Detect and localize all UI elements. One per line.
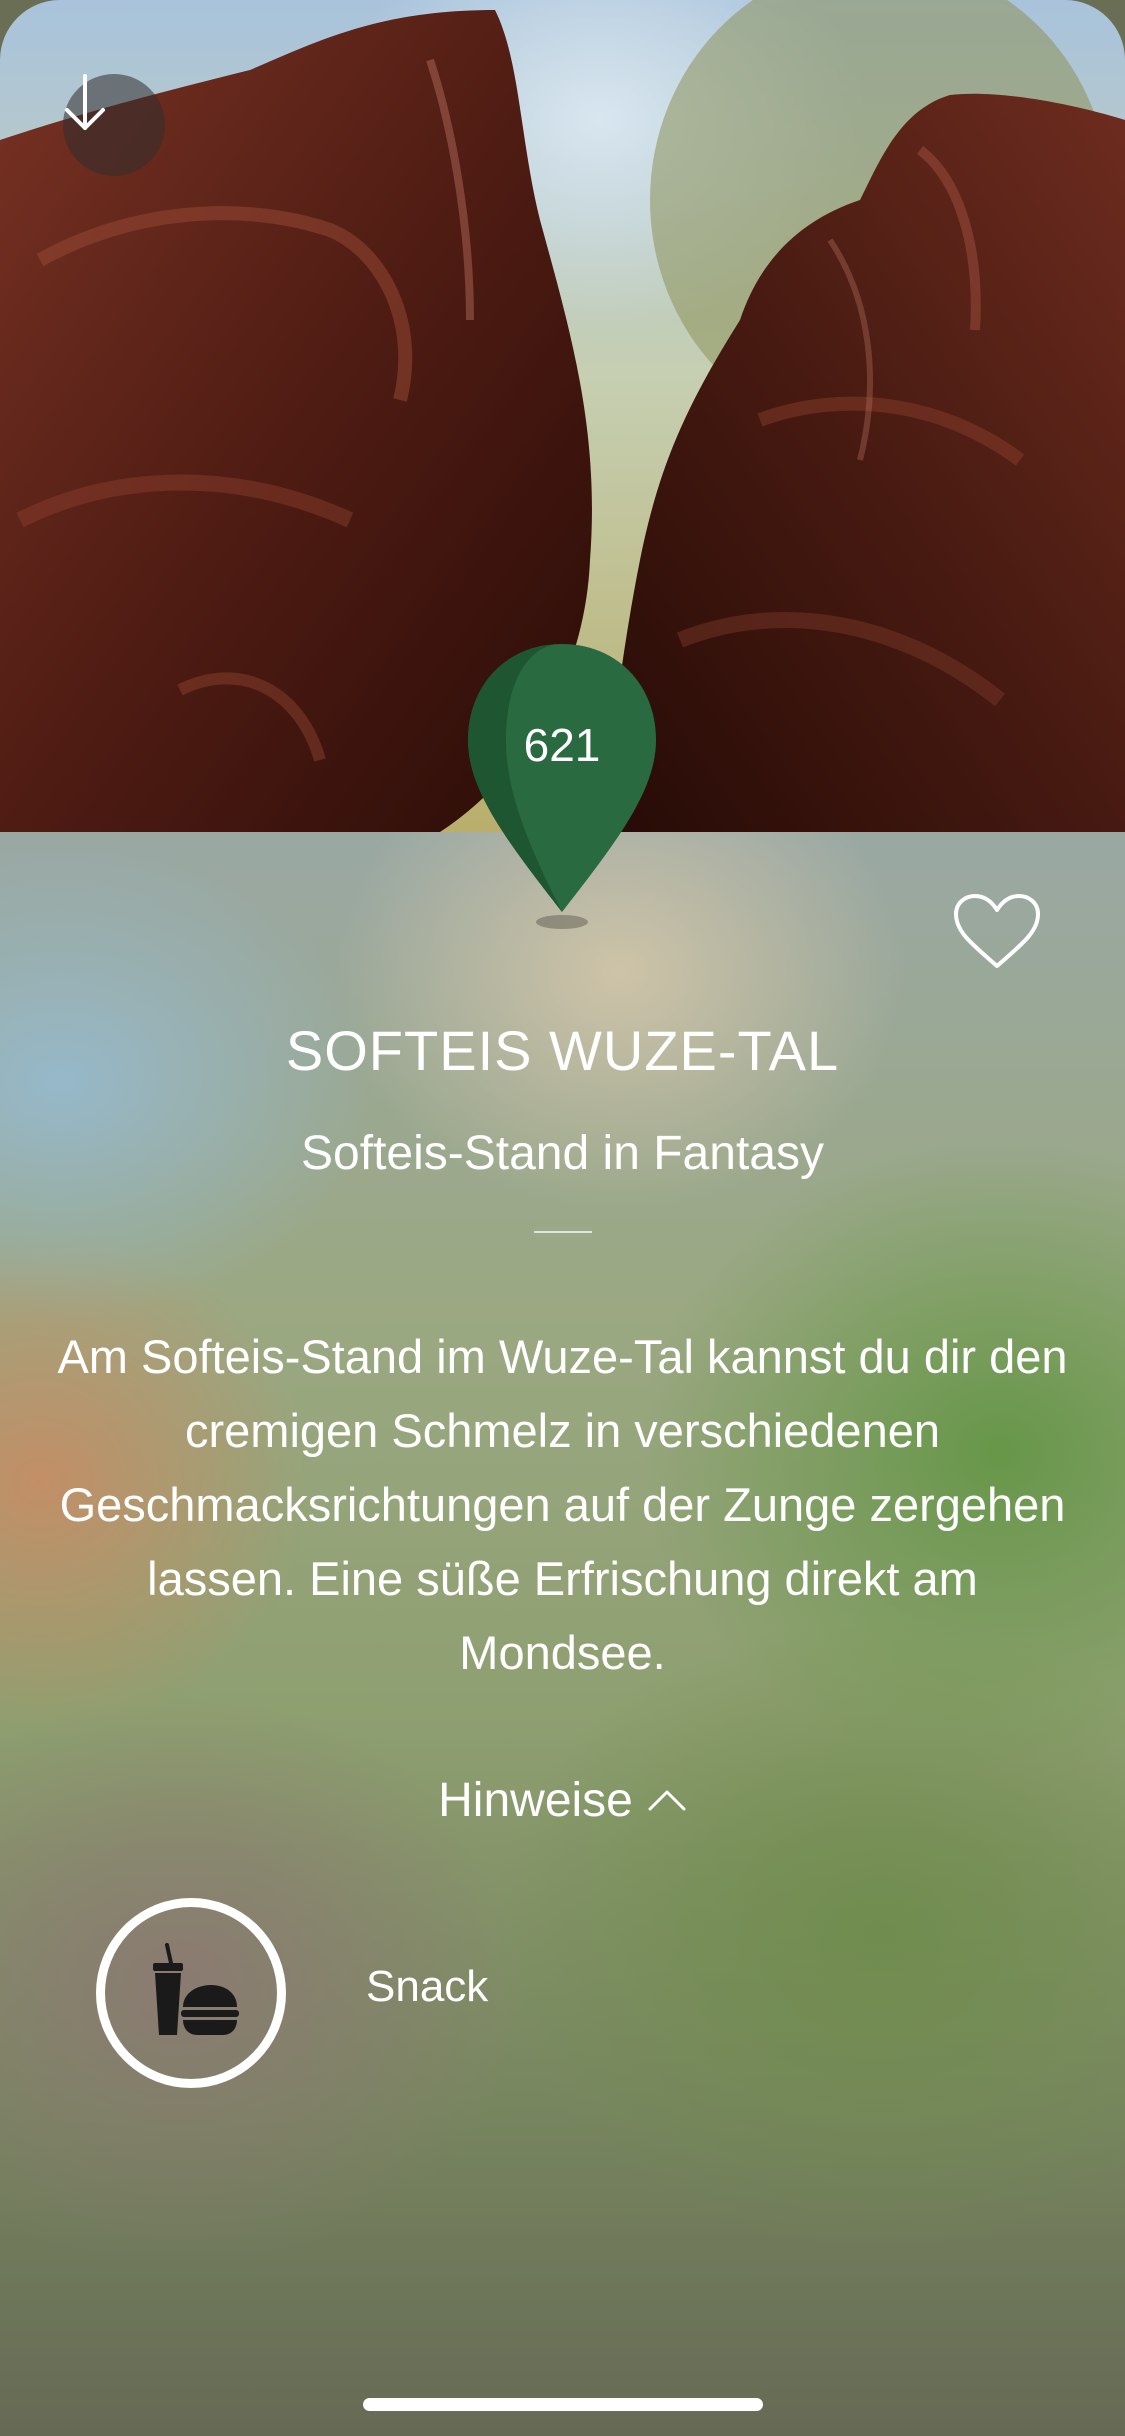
map-pin-icon: [468, 644, 656, 929]
category-badge: [96, 1898, 286, 2088]
arrow-down-icon: [65, 74, 105, 130]
chevron-up-icon: [648, 1790, 686, 1811]
pin-number: 621: [523, 719, 601, 771]
hints-label: Hinweise: [438, 1773, 633, 1827]
poi-description: Am Softeis-Stand im Wuze-Tal kannst du d…: [57, 1330, 1068, 1679]
poi-title: SOFTEIS WUZE-TAL: [285, 1019, 840, 1082]
snack-drink-burger-icon: [153, 1943, 239, 2035]
divider: [534, 1231, 592, 1233]
poi-subtitle: Softeis-Stand in Fantasy: [301, 1127, 824, 1180]
hints-toggle[interactable]: Hinweise: [0, 1768, 1125, 1832]
map-pin-marker: 621: [466, 640, 658, 930]
poi-detail-screen: 621 SOFTEIS WUZE-TAL Softeis-Stand in Fa…: [0, 0, 1125, 2436]
favorite-button[interactable]: [952, 892, 1042, 972]
close-detail-button[interactable]: [63, 74, 165, 176]
category-label: Snack: [366, 1962, 489, 2011]
home-indicator[interactable]: [363, 2398, 763, 2411]
heart-outline-icon: [954, 894, 1040, 968]
